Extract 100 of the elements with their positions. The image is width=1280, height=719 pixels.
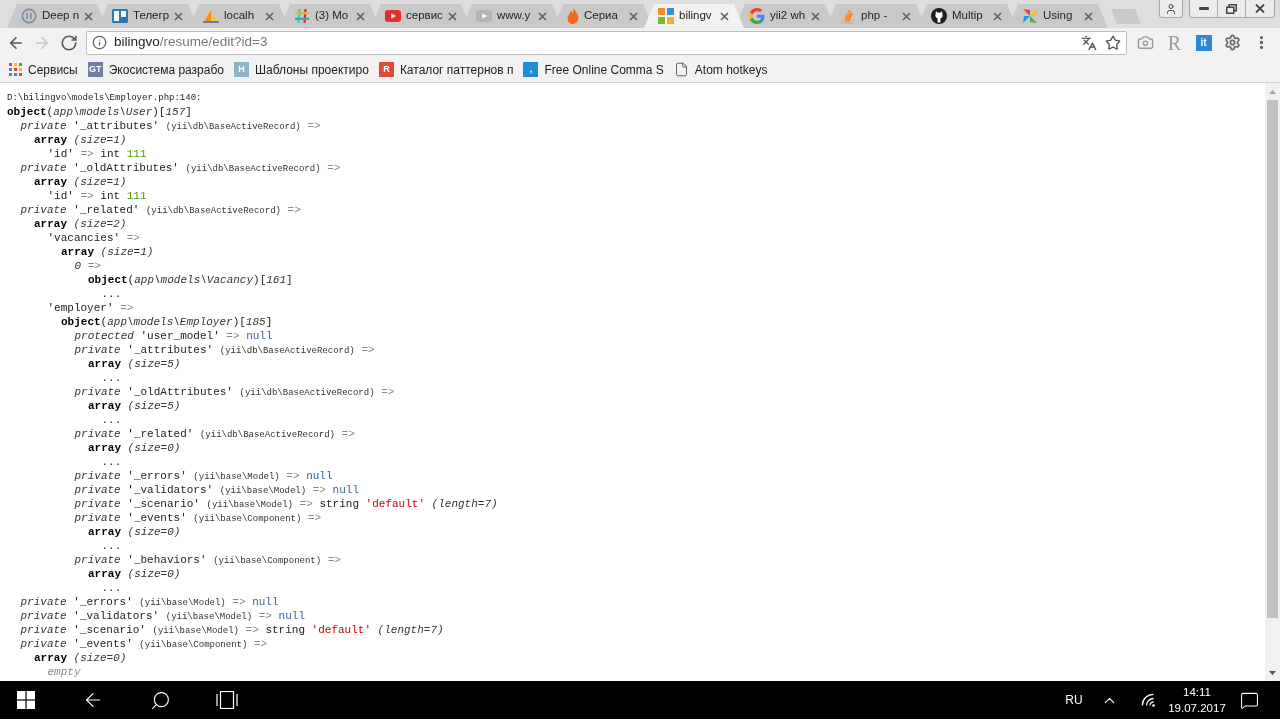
- flame-icon: [567, 8, 579, 24]
- close-icon[interactable]: [1084, 11, 1093, 21]
- close-icon: [1255, 4, 1265, 13]
- close-icon[interactable]: [265, 11, 274, 21]
- bookmark[interactable]: Atom hotkeys: [669, 58, 772, 81]
- dump-line: object(app\models\Vacancy)[161]: [88, 273, 293, 287]
- dump-line: array (size=5): [88, 399, 181, 413]
- info-icon: [92, 35, 107, 50]
- dump-line: object(app\models\User)[157]: [7, 105, 192, 119]
- page-icon: [673, 62, 689, 77]
- dump-line: 'vacancies' =>: [47, 231, 140, 245]
- dump-line: private '_validators' (yii\base\Model) => null: [74, 483, 359, 497]
- dump-line: 0 =>: [74, 259, 101, 273]
- message-icon: [1239, 690, 1259, 710]
- dump-line: private '_scenario' (yii\base\Model) => string 'default' (length=7): [20, 623, 444, 637]
- restore-icon: [1226, 3, 1237, 14]
- dump-line: array (size=1): [61, 245, 154, 259]
- dump-line: private '_validators' (yii\base\Model) => null: [20, 609, 305, 623]
- dump-line: private '_oldAttributes' (yii\db\BaseActiveRecord) =>: [20, 161, 341, 175]
- letter-tile: H: [234, 62, 249, 77]
- address-bar[interactable]: bilingvo/resume/edit?id=3: [86, 30, 1127, 55]
- dump-line: ...: [101, 581, 122, 595]
- dump-line: ...: [101, 539, 122, 553]
- minimize-icon: [1198, 7, 1209, 10]
- cat-icon: [931, 8, 947, 24]
- close-icon[interactable]: [811, 11, 820, 21]
- close-icon[interactable]: [447, 11, 457, 21]
- bookmark[interactable]: R Каталог паттернов п: [374, 58, 518, 81]
- squares-icon: [658, 8, 674, 24]
- stack-icon: [840, 8, 856, 24]
- dump-line: private '_errors' (yii\base\Model) => null: [20, 595, 279, 609]
- dump-line: private '_scenario' (yii\base\Model) => string 'default' (length=7): [74, 497, 498, 511]
- dump-line: array (size=0): [88, 525, 181, 539]
- dump-line: private '_events' (yii\base\Component) =>: [74, 511, 322, 525]
- close-icon[interactable]: [174, 11, 184, 21]
- hash-icon: [294, 8, 310, 24]
- play-button-icon: [476, 10, 492, 22]
- search-icon: [149, 689, 171, 711]
- scroll-down-arrow-icon[interactable]: [1269, 670, 1276, 675]
- translate-icon[interactable]: [1081, 34, 1097, 51]
- dump-line: array (size=1): [34, 133, 127, 147]
- dump-line: array (size=1): [34, 175, 127, 189]
- clock-time[interactable]: 14:11: [1183, 684, 1211, 700]
- reload-icon: [60, 33, 78, 52]
- bookmark[interactable]: Сервисы: [5, 58, 82, 81]
- clock-date[interactable]: 19.07.2017: [1168, 700, 1226, 716]
- scrollbar[interactable]: [1265, 83, 1280, 681]
- profile-button[interactable]: [1159, 0, 1183, 18]
- wifi-icon: [1141, 693, 1155, 707]
- pinwheel-icon: [1022, 8, 1038, 24]
- scroll-up-arrow-icon[interactable]: [1269, 89, 1276, 94]
- close-icon[interactable]: [356, 11, 365, 21]
- browser-tab[interactable]: bilingv: [644, 4, 744, 28]
- dump-line: private '_related' (yii\db\BaseActiveRecord) =>: [20, 203, 301, 217]
- person-icon: [1165, 2, 1177, 15]
- dump-line: array (size=0): [34, 651, 127, 665]
- bookmark[interactable]: GT Экосистема разрабо: [83, 58, 228, 81]
- close-icon[interactable]: [902, 11, 911, 21]
- windows-logo-icon: [17, 691, 35, 709]
- dump-line: 'id' => int 111: [47, 147, 147, 161]
- bookmark[interactable]: H Шаблоны проектиро: [230, 58, 373, 81]
- dump-line: ...: [101, 413, 122, 427]
- dump-line: private '_attributes' (yii\db\BaseActiveRecord) =>: [20, 119, 321, 133]
- letter-tile: GT: [87, 62, 103, 77]
- dump-line: private '_related' (yii\db\BaseActiveRecord) =>: [74, 427, 355, 441]
- ring-icon: [21, 8, 37, 24]
- minimize-button[interactable]: [1189, 0, 1218, 18]
- extension-button[interactable]: it: [1195, 34, 1212, 51]
- task-view-icon: [216, 691, 238, 709]
- dump-line: 'employer' =>: [47, 301, 134, 315]
- dump-line: private '_errors' (yii\base\Model) => null: [74, 469, 333, 483]
- close-icon[interactable]: [720, 11, 729, 21]
- camera-icon[interactable]: [1137, 34, 1154, 51]
- dump-line: object(app\models\Employer)[185]: [61, 315, 273, 329]
- restore-button[interactable]: [1218, 0, 1246, 18]
- dump-line: private '_attributes' (yii\db\BaseActiveRecord) =>: [74, 343, 375, 357]
- star-icon[interactable]: [1105, 34, 1121, 51]
- dump-line: array (size=5): [88, 357, 181, 371]
- dump-line: array (size=0): [88, 441, 181, 455]
- close-icon[interactable]: [538, 11, 547, 21]
- language-indicator[interactable]: RU: [1057, 681, 1091, 719]
- tiles-icon: [112, 8, 128, 24]
- close-icon[interactable]: [629, 11, 638, 21]
- dump-line: private '_behaviors' (yii\base\Component) =>: [74, 553, 341, 567]
- scrollbar-thumb[interactable]: [1267, 100, 1278, 618]
- dump-line: private '_oldAttributes' (yii\db\BaseActiveRecord) =>: [74, 385, 395, 399]
- close-window-button[interactable]: [1246, 0, 1275, 18]
- file-location: D:\bilingvo\models\Employer.php:140:: [7, 92, 202, 105]
- apps-grid-icon: [9, 63, 22, 76]
- bookmark[interactable]: , Free Online Comma S: [519, 58, 668, 81]
- close-icon[interactable]: [993, 11, 1002, 21]
- dump-line: empty: [47, 665, 81, 679]
- dump-line: ...: [101, 455, 122, 469]
- dump-line: array (size=0): [88, 567, 181, 581]
- url-text: bilingvo/resume/edit?id=3: [114, 33, 268, 52]
- dump-line: private '_events' (yii\base\Component) =>: [20, 637, 268, 651]
- dump-line: ...: [101, 287, 122, 301]
- sail-icon: [203, 8, 219, 24]
- gear-icon[interactable]: [1224, 34, 1241, 51]
- close-icon[interactable]: [84, 11, 94, 21]
